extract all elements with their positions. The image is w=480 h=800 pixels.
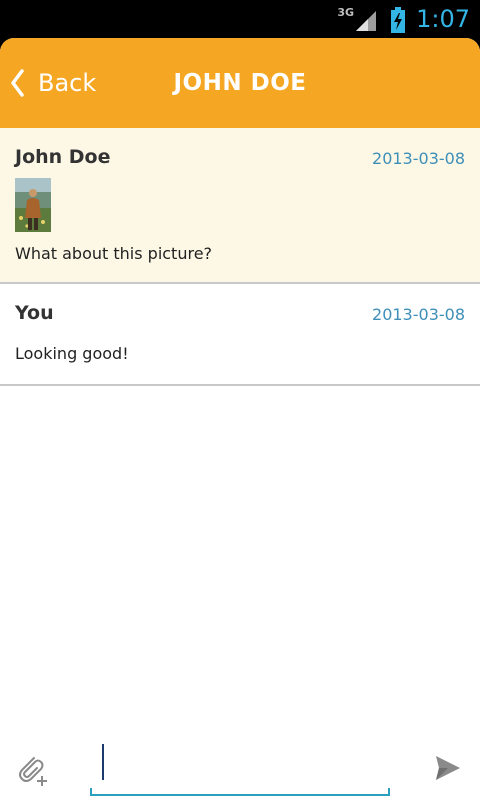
title-bar: Back JOHN DOE: [0, 38, 480, 128]
message-text: Looking good!: [15, 344, 129, 363]
image-thumbnail[interactable]: [15, 178, 51, 232]
back-button[interactable]: Back: [10, 38, 96, 128]
message-sender: You: [15, 302, 54, 324]
message-sender: John Doe: [15, 146, 111, 168]
chevron-left-icon: [11, 69, 24, 97]
battery-charging-icon: [391, 7, 406, 33]
paperclip-add-icon[interactable]: [14, 752, 50, 788]
page-title: JOHN DOE: [173, 70, 307, 96]
message-input[interactable]: [90, 746, 390, 788]
message-date: 2013-03-08: [372, 149, 465, 168]
back-label: Back: [38, 69, 97, 97]
status-clock: 1:07: [416, 5, 470, 33]
network-type-label: 3G: [337, 5, 355, 19]
input-underline: [90, 788, 390, 796]
message-item[interactable]: You 2013-03-08 Looking good!: [0, 284, 480, 386]
message-text: What about this picture?: [15, 244, 213, 263]
status-bar: 3G 1:07: [0, 0, 480, 38]
message-item[interactable]: John Doe 2013-03-08 What about this pict…: [0, 128, 480, 284]
signal-icon: [356, 11, 377, 31]
message-composer: [0, 740, 480, 800]
conversation-screen: Back JOHN DOE John Doe 2013-03-08 What a…: [0, 38, 480, 800]
text-cursor: [102, 744, 104, 780]
send-icon[interactable]: [434, 754, 462, 782]
message-date: 2013-03-08: [372, 305, 465, 324]
